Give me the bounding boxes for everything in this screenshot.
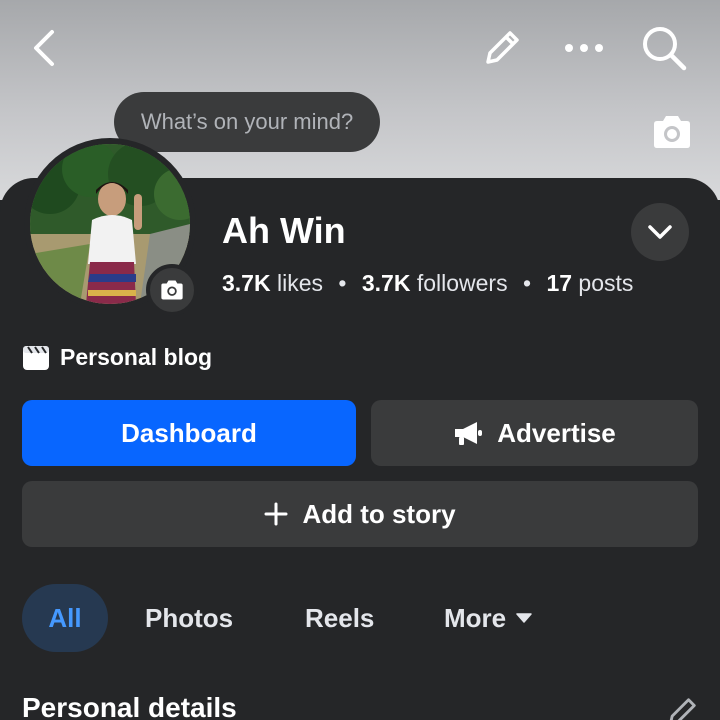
dashboard-label: Dashboard — [121, 417, 257, 448]
mind-prompt-text: What’s on your mind? — [140, 109, 354, 134]
cover-camera-icon[interactable] — [648, 112, 696, 152]
expand-profile-button[interactable] — [631, 203, 689, 261]
tab-photos-label: Photos — [145, 602, 234, 633]
caret-down-icon — [516, 613, 532, 623]
back-arrow-icon[interactable] — [24, 26, 64, 70]
page-category: Personal blog — [22, 344, 212, 371]
add-to-story-label: Add to story — [302, 498, 456, 529]
posts-count: 17 — [546, 270, 573, 296]
stats-separator: • — [522, 270, 532, 296]
category-label: Personal blog — [60, 344, 213, 370]
tab-reels[interactable]: Reels — [305, 584, 374, 652]
tab-more[interactable]: More — [444, 584, 532, 652]
whats-on-your-mind-bubble[interactable]: What’s on your mind? — [114, 92, 380, 152]
followers-label: followers — [416, 270, 508, 296]
likes-count: 3.7K — [222, 270, 271, 296]
likes-label: likes — [276, 270, 323, 296]
advertise-button[interactable]: Advertise — [371, 400, 698, 466]
camera-icon — [161, 280, 183, 300]
add-to-story-button[interactable]: Add to story — [22, 481, 698, 547]
dashboard-button[interactable]: Dashboard — [22, 400, 356, 466]
avatar-camera-button[interactable] — [146, 264, 198, 316]
tab-all-label: All — [48, 602, 82, 633]
chevron-down-icon — [648, 225, 672, 239]
profile-name: Ah Win — [222, 210, 346, 251]
posts-label: posts — [578, 270, 634, 296]
tab-reels-label: Reels — [305, 602, 375, 633]
followers-count: 3.7K — [361, 270, 411, 296]
blog-page-icon — [23, 345, 49, 370]
personal-details-heading: Personal details — [22, 692, 237, 720]
edit-details-pencil-icon[interactable] — [664, 694, 700, 720]
plus-icon — [264, 502, 288, 526]
megaphone-icon — [453, 420, 483, 446]
tab-photos[interactable]: Photos — [145, 584, 233, 652]
pencil-icon[interactable] — [478, 24, 526, 72]
profile-stats: 3.7K likes • 3.7K followers • 17 posts — [222, 270, 633, 297]
search-icon[interactable] — [638, 22, 690, 74]
advertise-label: Advertise — [497, 417, 616, 448]
tab-all[interactable]: All — [22, 584, 108, 652]
stats-separator: • — [338, 270, 347, 296]
more-dots-icon[interactable] — [560, 26, 608, 70]
tab-more-label: More — [444, 602, 507, 633]
profile-tabs: All Photos Reels More — [0, 584, 720, 652]
